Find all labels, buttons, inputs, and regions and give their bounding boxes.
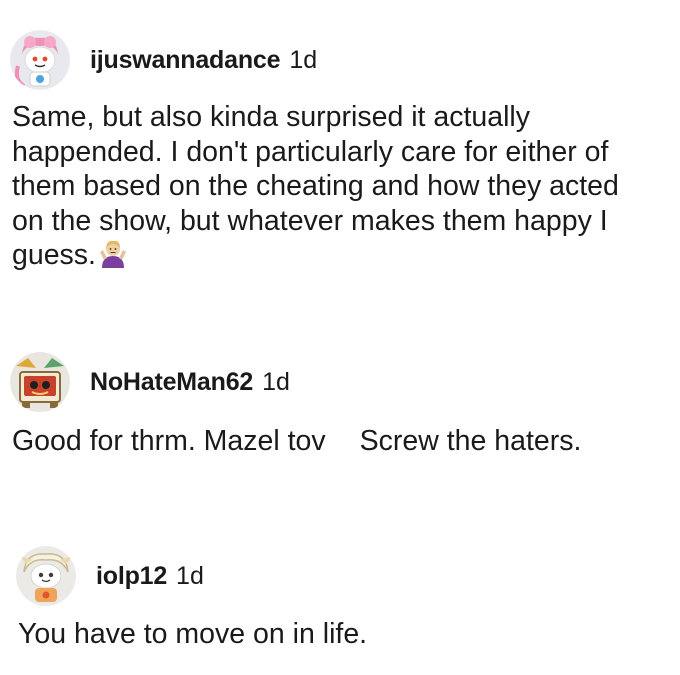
comment-text-part: Good for thrm. Mazel tov <box>12 425 326 457</box>
username[interactable]: ijuswannadance <box>90 46 281 75</box>
comment-body: Same, but also kinda surprised it actual… <box>12 100 619 273</box>
comment-line: guess. <box>12 239 96 271</box>
treasure-chest-snoo-avatar-icon[interactable] <box>10 352 70 412</box>
username[interactable]: NoHateMan62 <box>90 368 253 397</box>
comment-line: on the show, but whatever makes them hap… <box>12 204 608 237</box>
timestamp[interactable]: 1d <box>289 46 317 75</box>
comment-header: ijuswannadance 1d <box>10 30 317 90</box>
comment-line: happended. I don't particularly care for… <box>12 135 609 168</box>
timestamp[interactable]: 1d <box>262 368 290 397</box>
person-shrugging-emoji-icon <box>98 238 128 268</box>
comment-line: them based on the cheating and how they … <box>12 170 619 202</box>
username[interactable]: iolp12 <box>96 562 167 591</box>
pink-hair-snoo-avatar-icon[interactable] <box>10 30 70 90</box>
comment-text: You have to move on in life. <box>18 618 368 650</box>
comment-header: iolp12 1d <box>16 546 204 606</box>
comment-body: You have to move on in life. <box>18 617 367 652</box>
comment-header: NoHateMan62 1d <box>10 352 290 412</box>
white-hair-snoo-avatar-icon[interactable] <box>16 546 76 606</box>
comment-line-last: guess. <box>12 238 619 273</box>
comment-line: Same, but also kinda surprised it actual… <box>12 101 531 133</box>
comment-body: Good for thrm. Mazel tov Screw the haters… <box>12 424 581 459</box>
comment-text-part: Screw the haters. <box>359 425 582 457</box>
timestamp[interactable]: 1d <box>176 562 204 591</box>
